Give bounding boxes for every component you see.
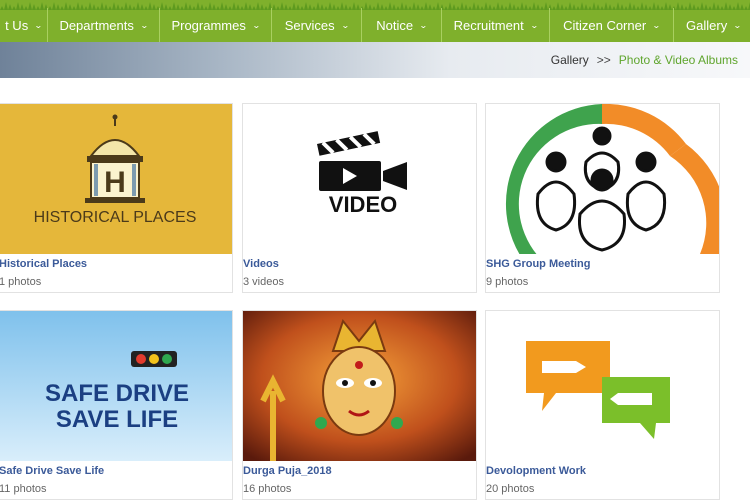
- safe-drive-thumb-line2: SAVE LIFE: [56, 406, 178, 433]
- nav-about-us[interactable]: t Us ⌄: [0, 8, 48, 42]
- svg-text:H: H: [104, 166, 126, 199]
- chevron-down-icon: ⌄: [251, 20, 261, 30]
- album-thumbnail-historical-places[interactable]: H HISTORICAL PLACES: [0, 104, 232, 254]
- breadcrumb-bar: Gallery >> Photo & Video Albums: [0, 42, 750, 78]
- page: t Us ⌄ Departments ⌄ Programmes ⌄ Services ⌄ Not…: [0, 0, 750, 500]
- chevron-down-icon: ⌄: [340, 20, 350, 30]
- album-title[interactable]: Durga Puja_2018: [243, 465, 332, 477]
- album-title[interactable]: Devolopment Work: [486, 465, 586, 477]
- nav-item-label: Services: [284, 17, 335, 33]
- album-count: 9 photos: [486, 276, 529, 288]
- album-card-safe-drive-save-life[interactable]: SAFE DRIVE SAVE LIFE Safe Drive Save Lif…: [0, 310, 233, 500]
- chevron-down-icon: ⌄: [733, 20, 742, 30]
- nav-services[interactable]: Services ⌄: [272, 8, 362, 42]
- chevron-down-icon: ⌄: [34, 20, 43, 30]
- nav-recruitment[interactable]: Recruitment ⌄: [442, 8, 550, 42]
- nav-item-label: Departments: [59, 17, 134, 33]
- album-title[interactable]: SHG Group Meeting: [486, 258, 591, 270]
- breadcrumb: Gallery >> Photo & Video Albums: [551, 53, 738, 67]
- breadcrumb-gallery-link[interactable]: Gallery: [551, 53, 589, 67]
- nav-departments[interactable]: Departments ⌄: [48, 8, 160, 42]
- chevron-down-icon: ⌄: [652, 20, 661, 30]
- chevron-down-icon: ⌄: [139, 20, 149, 30]
- album-card-devolopment-work[interactable]: Devolopment Work 20 photos: [485, 310, 720, 500]
- safe-drive-thumb-line1: SAFE DRIVE: [45, 380, 189, 407]
- album-thumbnail-devolopment-work[interactable]: [486, 311, 719, 461]
- nav-item-label: Notice: [376, 17, 414, 33]
- videos-thumb-text: VIDEO: [329, 192, 397, 217]
- album-thumbnail-videos[interactable]: VIDEO: [243, 104, 476, 254]
- historical-places-thumb-text: HISTORICAL PLACES: [34, 209, 197, 226]
- album-count: 20 photos: [486, 483, 535, 495]
- album-card-historical-places[interactable]: H HISTORICAL PLACES Historical Places 1 …: [0, 103, 233, 293]
- nav-items: t Us ⌄ Departments ⌄ Programmes ⌄ Services ⌄ Not…: [0, 8, 750, 42]
- nav-citizen-corner[interactable]: Citizen Corner ⌄: [550, 8, 674, 42]
- album-count: 11 photos: [0, 483, 47, 495]
- album-title[interactable]: Historical Places: [0, 258, 87, 270]
- album-card-durga-puja-2018[interactable]: Durga Puja_2018 16 photos: [242, 310, 477, 500]
- nav-gallery[interactable]: Gallery ⌄: [674, 8, 750, 42]
- album-title[interactable]: Videos: [243, 258, 279, 270]
- album-count: 3 videos: [243, 276, 284, 288]
- nav-item-label: Recruitment: [453, 17, 524, 33]
- album-count: 1 photos: [0, 276, 42, 288]
- album-card-videos[interactable]: VIDEO Videos 3 videos: [242, 103, 477, 293]
- nav-item-label: t Us: [5, 17, 29, 33]
- breadcrumb-separator: >>: [596, 53, 611, 67]
- breadcrumb-current: Photo & Video Albums: [618, 53, 738, 67]
- nav-notice[interactable]: Notice ⌄: [362, 8, 442, 42]
- chevron-down-icon: ⌄: [419, 20, 428, 30]
- main-nav: t Us ⌄ Departments ⌄ Programmes ⌄ Services ⌄ Not…: [0, 0, 750, 42]
- nav-item-label: Gallery: [686, 17, 728, 33]
- nav-programmes[interactable]: Programmes ⌄: [160, 8, 272, 42]
- album-thumbnail-safe-drive-save-life[interactable]: SAFE DRIVE SAVE LIFE: [0, 311, 232, 461]
- album-thumbnail-shg-group-meeting[interactable]: [486, 104, 719, 254]
- album-thumbnail-durga-puja-2018[interactable]: [243, 311, 476, 461]
- nav-item-label: Programmes: [171, 17, 246, 33]
- album-count: 16 photos: [243, 483, 292, 495]
- album-card-shg-group-meeting[interactable]: SHG Group Meeting 9 photos: [485, 103, 720, 293]
- album-title[interactable]: Safe Drive Save Life: [0, 465, 104, 477]
- nav-item-label: Citizen Corner: [563, 17, 647, 33]
- chevron-down-icon: ⌄: [529, 20, 539, 30]
